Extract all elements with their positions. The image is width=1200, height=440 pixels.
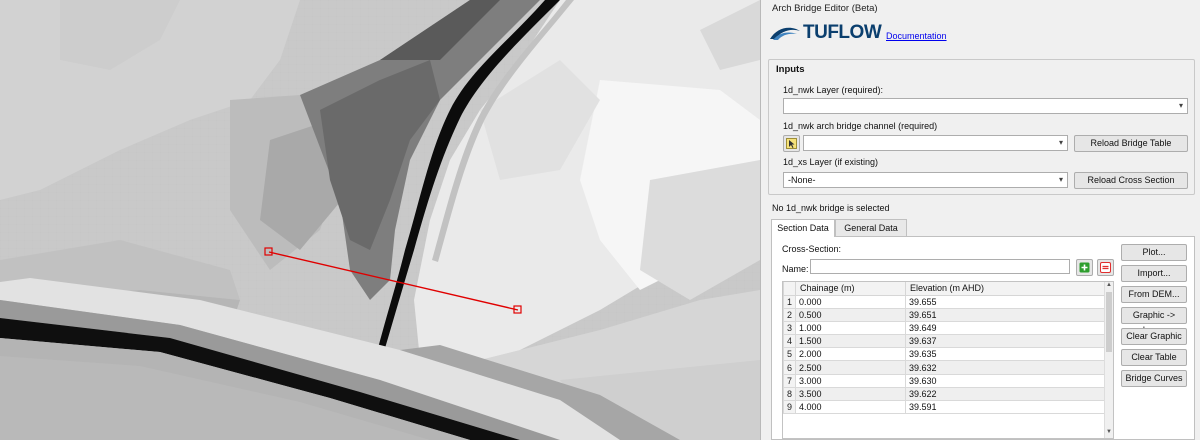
chainage-cell[interactable]: 1.500	[795, 334, 906, 349]
row-number[interactable]: 4	[783, 334, 796, 349]
row-number[interactable]: 2	[783, 307, 796, 322]
table-row[interactable]: 2 0.500 39.651	[783, 307, 1105, 322]
row-number[interactable]: 3	[783, 320, 796, 336]
tab-section-data[interactable]: Section Data	[771, 219, 835, 237]
channel-label: 1d_nwk arch bridge channel (required)	[783, 121, 938, 131]
elevation-cell[interactable]: 39.630	[905, 373, 1105, 388]
nwk-layer-combo[interactable]: ▾	[783, 98, 1188, 114]
from-dem-button[interactable]: From DEM...	[1121, 286, 1187, 303]
row-number[interactable]: 6	[783, 360, 796, 375]
column-header-elevation[interactable]: Elevation (m AHD)	[905, 282, 1105, 296]
row-number[interactable]: 5	[783, 347, 796, 362]
vertex-picker-icon	[786, 138, 797, 149]
row-number[interactable]: 9	[783, 399, 796, 415]
xs-layer-combo[interactable]: -None- ▾	[783, 172, 1068, 188]
table-row[interactable]: 7 3.000 39.630	[783, 373, 1105, 388]
plot-button[interactable]: Plot...	[1121, 244, 1187, 261]
table-row[interactable]: 4 1.500 39.637	[783, 334, 1105, 349]
inputs-group-title: Inputs	[776, 64, 805, 75]
table-row[interactable]: 5 2.000 39.635	[783, 347, 1105, 362]
import-button[interactable]: Import...	[1121, 265, 1187, 282]
plus-icon	[1079, 262, 1090, 273]
inputs-group: Inputs 1d_nwk Layer (required): ▾ 1d_nwk…	[768, 59, 1195, 195]
chainage-cell[interactable]: 2.500	[795, 360, 906, 375]
chainage-cell[interactable]: 0.500	[795, 307, 906, 322]
channel-combo[interactable]: ▾	[803, 135, 1068, 151]
name-label: Name:	[782, 264, 809, 274]
chainage-cell[interactable]: 1.000	[795, 320, 906, 336]
row-number[interactable]: 8	[783, 386, 796, 402]
documentation-link[interactable]: Documentation	[886, 31, 947, 41]
scroll-down-icon[interactable]: ▼	[1105, 429, 1113, 438]
chainage-cell[interactable]: 2.000	[795, 347, 906, 362]
elevation-cell[interactable]: 39.649	[905, 320, 1105, 336]
row-number[interactable]: 7	[783, 373, 796, 388]
section-name-input[interactable]	[810, 259, 1070, 274]
section-data-pane: Cross-Section: Name: Chainage (m) Elevat…	[771, 236, 1195, 440]
nwk-layer-label: 1d_nwk Layer (required):	[783, 85, 884, 95]
cross-section-grid: Chainage (m) Elevation (m AHD) 1 0.000 3…	[783, 282, 1105, 415]
table-row[interactable]: 9 4.000 39.591	[783, 399, 1105, 415]
tuflow-wave-icon	[770, 27, 800, 40]
cross-section-label: Cross-Section:	[782, 244, 842, 254]
elevation-cell[interactable]: 39.637	[905, 334, 1105, 349]
table-row[interactable]: 1 0.000 39.655	[783, 294, 1105, 309]
xs-layer-value: -None-	[788, 175, 816, 185]
clear-graphic-button[interactable]: Clear Graphic	[1121, 328, 1187, 345]
chainage-cell[interactable]: 3.000	[795, 373, 906, 388]
chainage-cell[interactable]: 3.500	[795, 386, 906, 402]
scrollbar-thumb[interactable]	[1106, 292, 1112, 352]
table-row[interactable]: 6 2.500 39.632	[783, 360, 1105, 375]
table-vertical-scrollbar[interactable]: ▲ ▼	[1104, 282, 1113, 438]
elevation-cell[interactable]: 39.651	[905, 307, 1105, 322]
tuflow-logo: TUFLOW	[769, 20, 882, 46]
cross-section-table[interactable]: Chainage (m) Elevation (m AHD) 1 0.000 3…	[782, 281, 1114, 439]
add-row-button[interactable]	[1076, 259, 1093, 276]
xs-layer-label: 1d_xs Layer (if existing)	[783, 157, 879, 167]
logo-wordmark: TUFLOW	[803, 22, 882, 43]
scroll-up-icon[interactable]: ▲	[1105, 282, 1113, 291]
dem-hillshade	[0, 0, 760, 440]
panel-title: Arch Bridge Editor (Beta)	[772, 3, 878, 14]
elevation-cell[interactable]: 39.622	[905, 386, 1105, 402]
chainage-cell[interactable]: 4.000	[795, 399, 906, 415]
tab-general-data[interactable]: General Data	[835, 219, 907, 236]
chevron-down-icon: ▾	[1058, 138, 1063, 147]
reload-bridge-table-button[interactable]: Reload Bridge Table	[1074, 135, 1188, 152]
column-header-chainage[interactable]: Chainage (m)	[795, 282, 906, 296]
graphic-to-layer-button[interactable]: Graphic -> Layer	[1121, 307, 1187, 335]
vertex-picker-button[interactable]	[783, 135, 800, 152]
row-number[interactable]: 1	[783, 294, 796, 309]
elevation-cell[interactable]: 39.632	[905, 360, 1105, 375]
chainage-cell[interactable]: 0.000	[795, 294, 906, 309]
table-header-row: Chainage (m) Elevation (m AHD)	[783, 282, 1105, 296]
chevron-down-icon: ▾	[1058, 175, 1063, 184]
table-row[interactable]: 3 1.000 39.649	[783, 320, 1105, 336]
reload-cross-section-button[interactable]: Reload Cross Section	[1074, 172, 1188, 189]
clear-table-button[interactable]: Clear Table	[1121, 349, 1187, 366]
bridge-curves-button[interactable]: Bridge Curves	[1121, 370, 1187, 387]
table-row[interactable]: 8 3.500 39.622	[783, 386, 1105, 402]
elevation-cell[interactable]: 39.635	[905, 347, 1105, 362]
table-corner[interactable]	[783, 282, 796, 296]
map-canvas[interactable]	[0, 0, 760, 440]
elevation-cell[interactable]: 39.655	[905, 294, 1105, 309]
minus-icon	[1100, 262, 1111, 273]
arch-bridge-editor-panel: Arch Bridge Editor (Beta) TUFLOW Documen…	[760, 0, 1200, 440]
elevation-cell[interactable]: 39.591	[905, 399, 1105, 415]
selection-status: No 1d_nwk bridge is selected	[772, 203, 890, 213]
remove-row-button[interactable]	[1097, 259, 1114, 276]
chevron-down-icon: ▾	[1178, 101, 1183, 110]
